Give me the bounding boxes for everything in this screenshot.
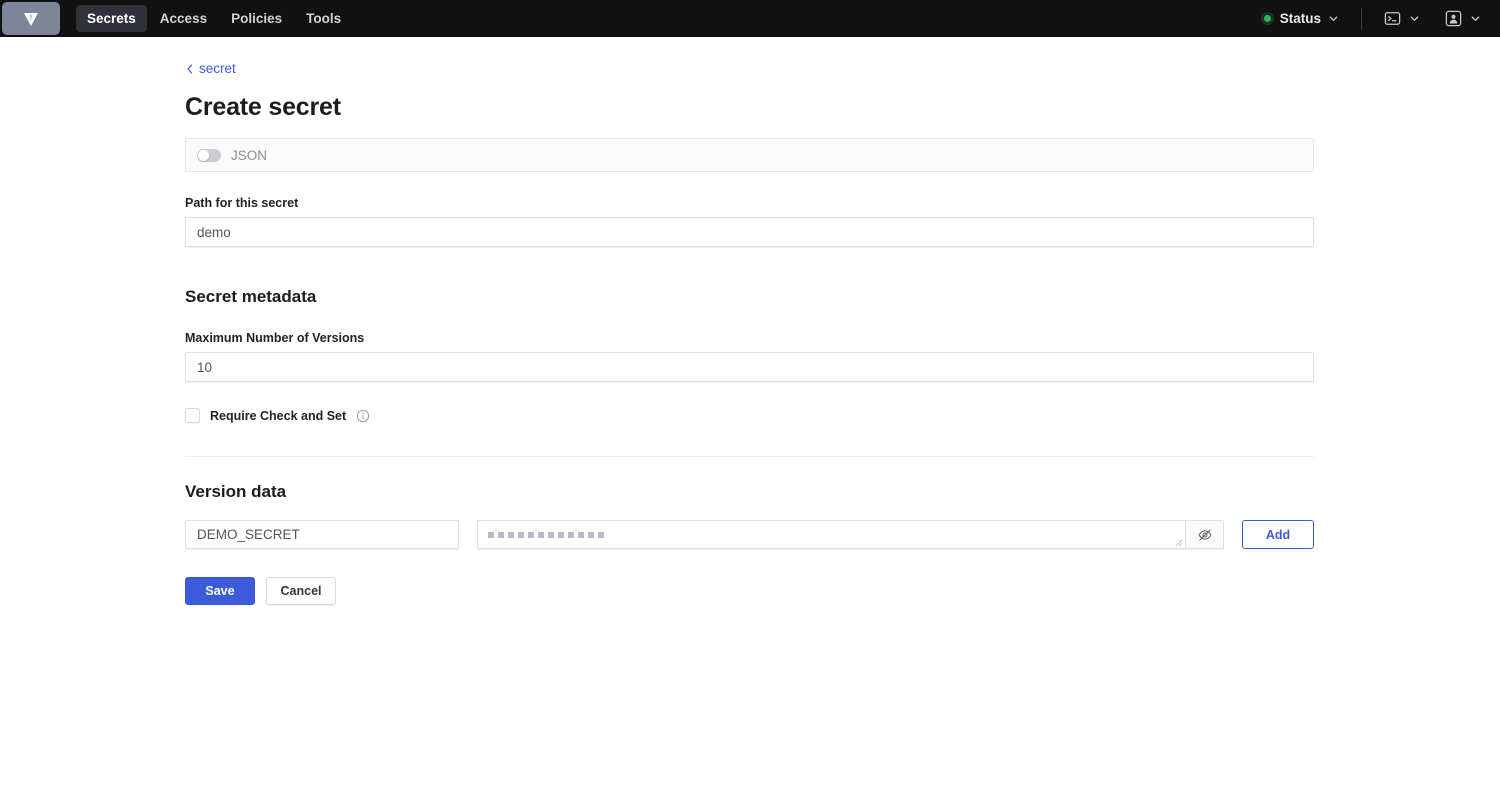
version-data-heading: Version data [185,482,287,501]
status-indicator-dot [1261,13,1273,24]
version-data-key-input[interactable] [185,520,459,549]
user-icon [1445,10,1462,27]
nav-link-access[interactable]: Access [149,5,218,32]
vault-logo[interactable] [2,2,60,35]
mask-dot [598,531,604,538]
version-data-row: Add [185,520,1314,549]
check-and-set-row: Require Check and Set [185,408,1314,423]
top-navbar: Secrets Access Policies Tools Status [0,0,1500,37]
user-menu-button[interactable] [1439,6,1486,31]
breadcrumb-label: secret [199,61,236,76]
secret-metadata-heading: Secret metadata [185,287,317,306]
path-field-label: Path for this secret [185,196,299,210]
json-toggle-bar: JSON [185,138,1314,172]
chevron-down-icon [1329,16,1338,21]
json-toggle[interactable] [197,148,221,162]
mask-dot [528,531,534,538]
require-check-and-set-label: Require Check and Set [210,408,347,423]
mask-dot [568,531,574,538]
section-divider [185,456,1314,457]
save-button[interactable]: Save [185,577,255,605]
mask-dot [558,531,564,538]
json-toggle-label: JSON [231,147,268,163]
mask-dot [518,531,524,538]
form-container: secret Create secret JSON Path for this … [185,37,1314,605]
navbar-divider [1361,7,1362,30]
breadcrumb[interactable]: secret [185,61,236,76]
nav-link-tools[interactable]: Tools [295,5,352,32]
require-check-and-set-checkbox[interactable] [185,408,200,423]
chevron-down-icon [1410,16,1419,21]
path-input[interactable] [185,217,1314,247]
nav-link-policies[interactable]: Policies [220,5,293,32]
version-data-value-group [477,520,1224,549]
form-actions: Save Cancel [185,577,1314,605]
vault-logo-icon [24,12,38,26]
page-title: Create secret [185,93,341,121]
console-toggle-button[interactable] [1378,6,1425,31]
terminal-icon [1384,12,1401,25]
cancel-button[interactable]: Cancel [266,577,336,605]
primary-nav: Secrets Access Policies Tools [76,5,352,32]
status-label: Status [1279,11,1321,26]
chevron-down-icon [1471,16,1480,21]
version-data-value-input[interactable] [478,521,1185,548]
mask-dot [578,531,584,538]
chevron-left-icon [187,63,193,74]
mask-dot [548,531,554,538]
max-versions-input[interactable] [185,352,1314,382]
json-toggle-knob [198,149,209,161]
info-circle-icon[interactable] [356,409,370,423]
max-versions-label: Maximum Number of Versions [185,331,365,345]
mask-dot [588,531,594,538]
add-row-button[interactable]: Add [1242,520,1314,549]
nav-link-secrets[interactable]: Secrets [76,5,147,32]
mask-dot [538,531,544,538]
page-body: secret Create secret JSON Path for this … [0,37,1500,605]
status-menu[interactable]: Status [1256,7,1345,30]
eye-off-icon [1198,528,1211,541]
navbar-right-group: Status [1256,0,1486,37]
mask-dot [498,531,504,538]
resize-handle[interactable] [1175,539,1183,547]
mask-dot [508,531,514,538]
toggle-value-visibility-button[interactable] [1185,521,1223,548]
mask-dot [488,531,494,538]
